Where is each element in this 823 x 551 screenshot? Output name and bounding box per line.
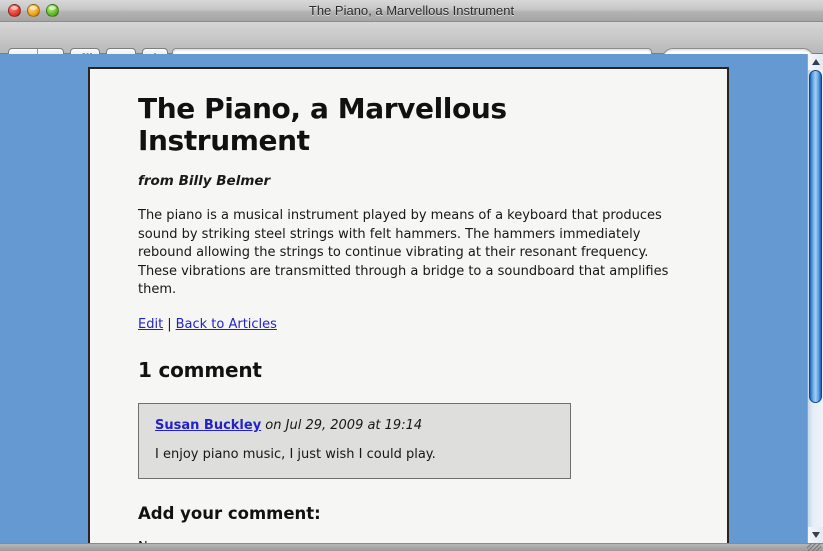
scroll-up-button[interactable]	[808, 54, 823, 70]
content-inner: The Piano, a Marvellous Instrument from …	[90, 69, 727, 543]
page-title: The Piano, a Marvellous Instrument	[138, 92, 507, 158]
resize-grip[interactable]	[807, 543, 821, 551]
page-viewport: The Piano, a Marvellous Instrument from …	[0, 54, 807, 543]
window-bottom-bar	[0, 543, 823, 551]
comment-item: Susan Buckley on Jul 29, 2009 at 19:14 I…	[138, 402, 571, 479]
comment-author-link[interactable]: Susan Buckley	[155, 418, 261, 433]
scrollbar-thumb[interactable]	[809, 70, 822, 403]
article-byline: from Billy Belmer	[138, 173, 271, 190]
title-bar: The Piano, a Marvellous Instrument	[0, 0, 823, 22]
chevron-up-icon	[811, 59, 820, 65]
article-body: The piano is a musical instrument played…	[138, 208, 669, 298]
comment-form-title: Add your comment:	[138, 503, 321, 523]
vertical-scrollbar[interactable]	[807, 54, 823, 543]
scroll-down-button[interactable]	[808, 527, 823, 543]
comments-heading: 1 comment	[138, 357, 262, 382]
comment-header: Susan Buckley on Jul 29, 2009 at 19:14	[155, 418, 554, 433]
comment-text: I enjoy piano music, I just wish I could…	[155, 446, 436, 462]
chevron-down-icon	[811, 532, 820, 538]
edit-link[interactable]: Edit	[138, 317, 163, 332]
back-to-articles-link[interactable]: Back to Articles	[176, 317, 277, 332]
comment-timestamp: on Jul 29, 2009 at 19:14	[261, 417, 423, 433]
window-title: The Piano, a Marvellous Instrument	[308, 3, 515, 18]
content-card: The Piano, a Marvellous Instrument from …	[88, 67, 729, 543]
browser-window: The Piano, a Marvellous Instrument The P…	[0, 0, 823, 551]
article-links: Edit | Back to Articles	[138, 317, 683, 332]
browser-toolbar: + http://localhost:3000/articles/1 ↻	[0, 22, 823, 71]
link-separator: |	[167, 316, 172, 332]
